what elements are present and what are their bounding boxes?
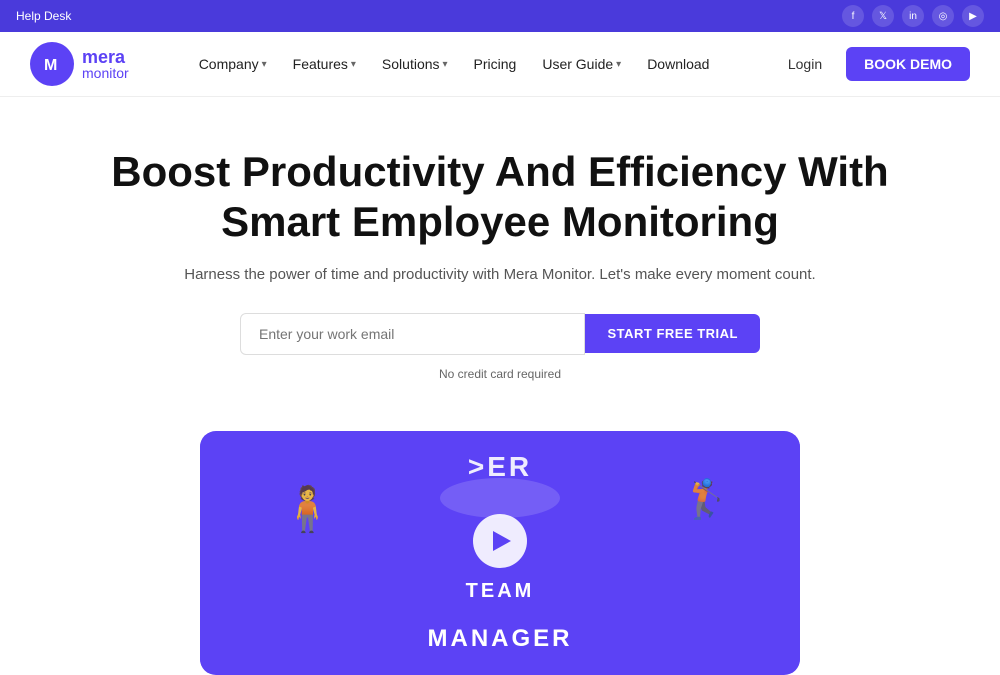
video-bg: >ER 🧍 🏌️ TEAM MANAGER — [200, 433, 800, 673]
nav-user-guide[interactable]: User Guide ▾ — [532, 50, 631, 78]
cta-form: START FREE TRIAL — [240, 313, 760, 355]
linkedin-icon[interactable]: in — [902, 5, 924, 27]
nav-actions: Login BOOK DEMO — [776, 47, 970, 81]
chevron-down-icon: ▾ — [262, 59, 267, 70]
nav-solutions[interactable]: Solutions ▾ — [372, 50, 458, 78]
help-desk-label[interactable]: Help Desk — [16, 9, 71, 23]
social-icons-group: f 𝕏 in ◎ ▶ — [842, 5, 984, 27]
play-button[interactable] — [473, 514, 527, 568]
nav-features[interactable]: Features ▾ — [283, 50, 366, 78]
video-section: >ER 🧍 🏌️ TEAM MANAGER — [200, 431, 800, 675]
nav-company[interactable]: Company ▾ — [189, 50, 277, 78]
chevron-down-icon: ▾ — [616, 59, 621, 70]
figure-left-icon: 🧍 — [280, 488, 335, 532]
facebook-icon[interactable]: f — [842, 5, 864, 27]
hero-section: Boost Productivity And Efficiency With S… — [90, 97, 910, 411]
chevron-down-icon: ▾ — [351, 59, 356, 70]
hero-title: Boost Productivity And Efficiency With S… — [110, 147, 890, 248]
nav-links: Company ▾ Features ▾ Solutions ▾ Pricing… — [189, 50, 776, 78]
logo-icon: M — [30, 42, 74, 86]
logo[interactable]: M mera monitor — [30, 42, 129, 86]
logo-name-top: mera — [82, 48, 129, 66]
nav-download[interactable]: Download — [637, 50, 719, 78]
youtube-icon[interactable]: ▶ — [962, 5, 984, 27]
instagram-icon[interactable]: ◎ — [932, 5, 954, 27]
figure-right-icon: 🏌️ — [683, 481, 730, 519]
video-oval-decoration — [440, 478, 560, 518]
start-trial-button[interactable]: START FREE TRIAL — [585, 314, 760, 353]
twitter-icon[interactable]: 𝕏 — [872, 5, 894, 27]
login-button[interactable]: Login — [776, 50, 834, 78]
book-demo-button[interactable]: BOOK DEMO — [846, 47, 970, 81]
nav-pricing[interactable]: Pricing — [464, 50, 527, 78]
chevron-down-icon: ▾ — [443, 59, 448, 70]
manager-label: MANAGER — [428, 625, 573, 663]
logo-name-bot: monitor — [82, 66, 129, 80]
hero-subtitle: Harness the power of time and productivi… — [110, 266, 890, 283]
no-credit-card-label: No credit card required — [110, 367, 890, 381]
top-bar: Help Desk f 𝕏 in ◎ ▶ — [0, 0, 1000, 32]
navbar: M mera monitor Company ▾ Features ▾ Solu… — [0, 32, 1000, 97]
email-input[interactable] — [240, 313, 585, 355]
svg-text:M: M — [44, 57, 57, 74]
team-label: TEAM — [466, 580, 535, 603]
logo-text: mera monitor — [82, 48, 129, 80]
